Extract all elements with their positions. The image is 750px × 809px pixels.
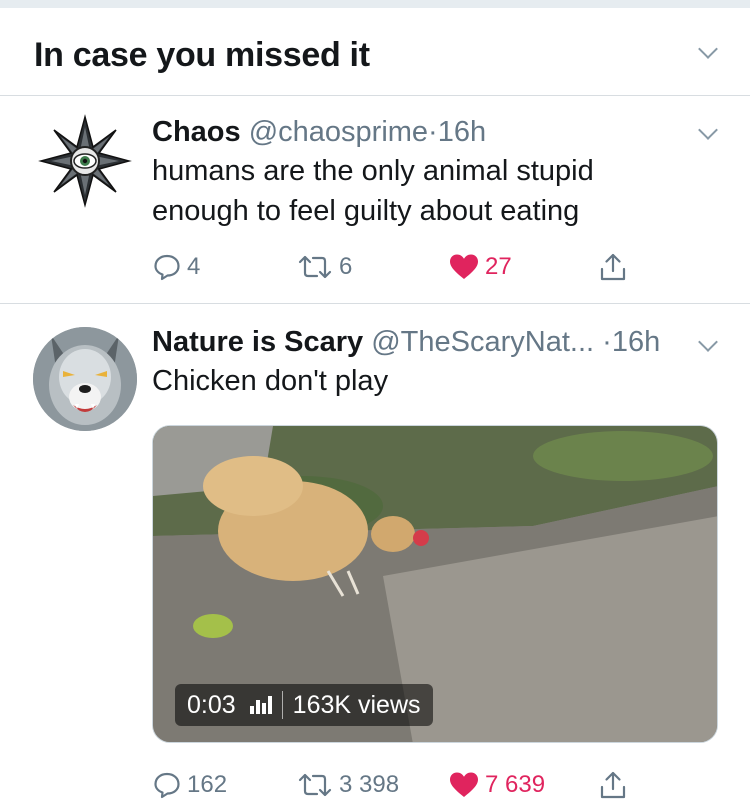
retweet-icon: [298, 255, 332, 279]
reply-count: 162: [187, 771, 228, 798]
retweet-button[interactable]: 3 398: [297, 765, 399, 805]
chevron-down-icon[interactable]: [698, 120, 718, 140]
like-count: 27: [485, 253, 512, 280]
video-views: 163K views: [292, 690, 421, 719]
section-title: In case you missed it: [34, 36, 370, 74]
retweet-count: 6: [339, 253, 353, 280]
chevron-down-icon[interactable]: [698, 39, 718, 59]
retweet-button[interactable]: 6: [297, 247, 352, 287]
share-icon: [600, 771, 626, 799]
chaos-star-avatar-image: [33, 111, 137, 215]
chevron-down-icon[interactable]: [698, 332, 718, 352]
separator-dot: ·: [602, 326, 612, 358]
tweet-actions: 4 6 27: [0, 247, 750, 287]
wolf-avatar-image: [33, 327, 137, 431]
top-strip: [0, 0, 750, 8]
author-handle[interactable]: @TheScaryNat...: [371, 326, 594, 358]
reply-button[interactable]: 4: [153, 247, 200, 287]
tweet-text: humans are the only animal stupid enough…: [152, 155, 594, 227]
avatar[interactable]: [33, 111, 137, 215]
avatar[interactable]: [33, 327, 137, 431]
video-stats-overlay: 0:03 163K views: [175, 684, 433, 726]
tweet[interactable]: Chaos @chaosprime·16h humans are the onl…: [0, 97, 750, 304]
timestamp[interactable]: 16h: [438, 116, 486, 148]
author-name[interactable]: Nature is Scary: [152, 326, 363, 358]
author-handle[interactable]: @chaosprime: [249, 116, 428, 148]
separator-dot: ·: [428, 116, 438, 148]
share-button[interactable]: [598, 765, 628, 805]
reply-count: 4: [187, 253, 201, 280]
reply-icon: [154, 772, 180, 799]
tweet[interactable]: Nature is Scary @TheScaryNat... ·16h Chi…: [0, 305, 750, 809]
share-button[interactable]: [598, 247, 628, 287]
heart-icon: [450, 772, 478, 797]
retweet-count: 3 398: [339, 771, 400, 798]
section-header: In case you missed it: [0, 8, 750, 96]
video-duration: 0:03: [187, 690, 236, 719]
author-name[interactable]: Chaos: [152, 116, 241, 148]
overlay-divider: [281, 691, 283, 719]
reply-icon: [154, 254, 180, 281]
views-bars-icon: [249, 696, 274, 714]
tweet-header: Chaos @chaosprime·16h: [152, 115, 486, 149]
tweet-text: Chicken don't play: [152, 365, 389, 397]
tweet-actions: 162 3 398 7 639: [0, 765, 750, 805]
tweet-header: Nature is Scary @TheScaryNat... ·16h: [152, 325, 660, 359]
retweet-icon: [298, 773, 332, 797]
heart-icon: [450, 254, 478, 279]
like-count: 7 639: [485, 771, 546, 798]
reply-button[interactable]: 162: [153, 765, 227, 805]
like-button[interactable]: 27: [449, 247, 512, 287]
like-button[interactable]: 7 639: [449, 765, 545, 805]
share-icon: [600, 253, 626, 281]
video-player[interactable]: 0:03 163K views: [152, 425, 718, 743]
timestamp[interactable]: 16h: [612, 326, 660, 358]
